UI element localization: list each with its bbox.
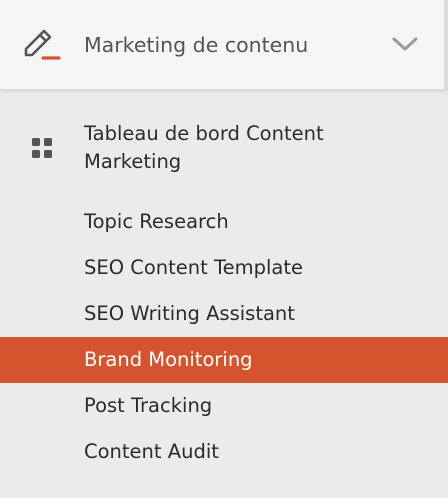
sidebar-item-content-audit[interactable]: Content Audit [0,429,448,475]
grid-icon [32,138,52,158]
pencil-icon [24,29,61,60]
sidebar-item-seo-content-template[interactable]: SEO Content Template [0,245,448,291]
dashboard-label: Tableau de bord Content Marketing [84,122,324,173]
chevron-down-icon[interactable] [390,34,420,54]
submenu: Tableau de bord Content Marketing Topic … [0,89,448,498]
sidebar-item-brand-monitoring[interactable]: Brand Monitoring [0,337,448,383]
sidebar-item-seo-writing-assistant[interactable]: SEO Writing Assistant [0,291,448,337]
menu-item-label: SEO Content Template [84,256,303,279]
menu-item-label: Post Tracking [84,394,213,417]
sidebar-item-post-tracking[interactable]: Post Tracking [0,383,448,429]
menu-item-label: Content Audit [84,440,219,463]
sidebar-item-dashboard[interactable]: Tableau de bord Content Marketing [0,118,448,182]
sidebar-item-topic-research[interactable]: Topic Research [0,199,448,245]
menu-item-label: Brand Monitoring [84,348,253,371]
menu-item-label: SEO Writing Assistant [84,302,295,325]
section-header-marketing[interactable]: Marketing de contenu [0,0,448,89]
menu-item-label: Topic Research [84,210,229,233]
section-title: Marketing de contenu [84,33,309,57]
